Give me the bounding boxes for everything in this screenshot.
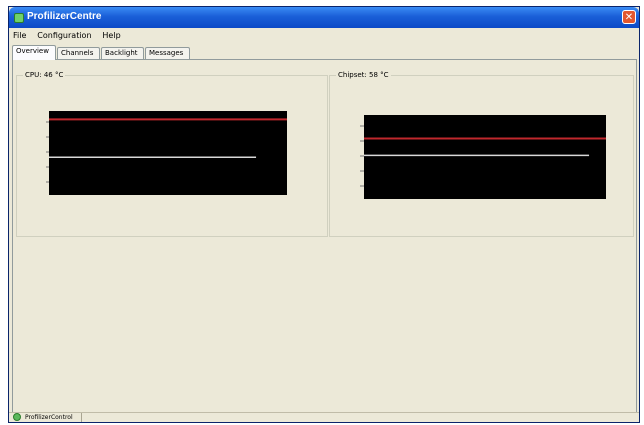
chipset-temperature-chart xyxy=(360,115,606,199)
tab-overview[interactable]: Overview xyxy=(12,45,56,60)
menu-file[interactable]: File xyxy=(9,29,30,40)
menu-configuration[interactable]: Configuration xyxy=(33,29,95,40)
status-app-icon xyxy=(13,413,21,421)
cpu-chart-background xyxy=(49,111,287,195)
cpu-label: CPU: 46 °C xyxy=(23,71,66,79)
status-bar: ProfilizerControl xyxy=(9,412,639,422)
title-bar[interactable]: ProfilizerCentre ✕ xyxy=(9,7,639,28)
chipset-chart-ticks xyxy=(360,125,364,187)
close-button[interactable]: ✕ xyxy=(622,10,636,24)
app-window: ProfilizerCentre ✕ File Configuration He… xyxy=(8,6,640,423)
chipset-label: Chipset: 58 °C xyxy=(336,71,391,79)
chipset-chart-background xyxy=(364,115,606,199)
menu-help[interactable]: Help xyxy=(98,29,124,40)
window-title: ProfilizerCentre xyxy=(27,11,102,22)
tab-messages[interactable]: Messages xyxy=(145,47,190,59)
app-icon xyxy=(14,13,24,23)
status-text: ProfilizerControl xyxy=(25,413,82,422)
tab-channels[interactable]: Channels xyxy=(57,47,100,59)
tab-strip: Overview Channels Backlight Messages xyxy=(12,45,636,60)
tab-backlight[interactable]: Backlight xyxy=(101,47,144,59)
cpu-chart-ticks xyxy=(46,121,49,183)
chipset-group: Chipset: 58 °C xyxy=(329,71,634,237)
cpu-temperature-chart xyxy=(46,111,287,195)
cpu-group: CPU: 46 °C xyxy=(16,71,328,237)
overview-panel: CPU: 46 °C Chipset: 58 °C xyxy=(12,59,637,414)
menu-bar: File Configuration Help xyxy=(9,29,639,43)
